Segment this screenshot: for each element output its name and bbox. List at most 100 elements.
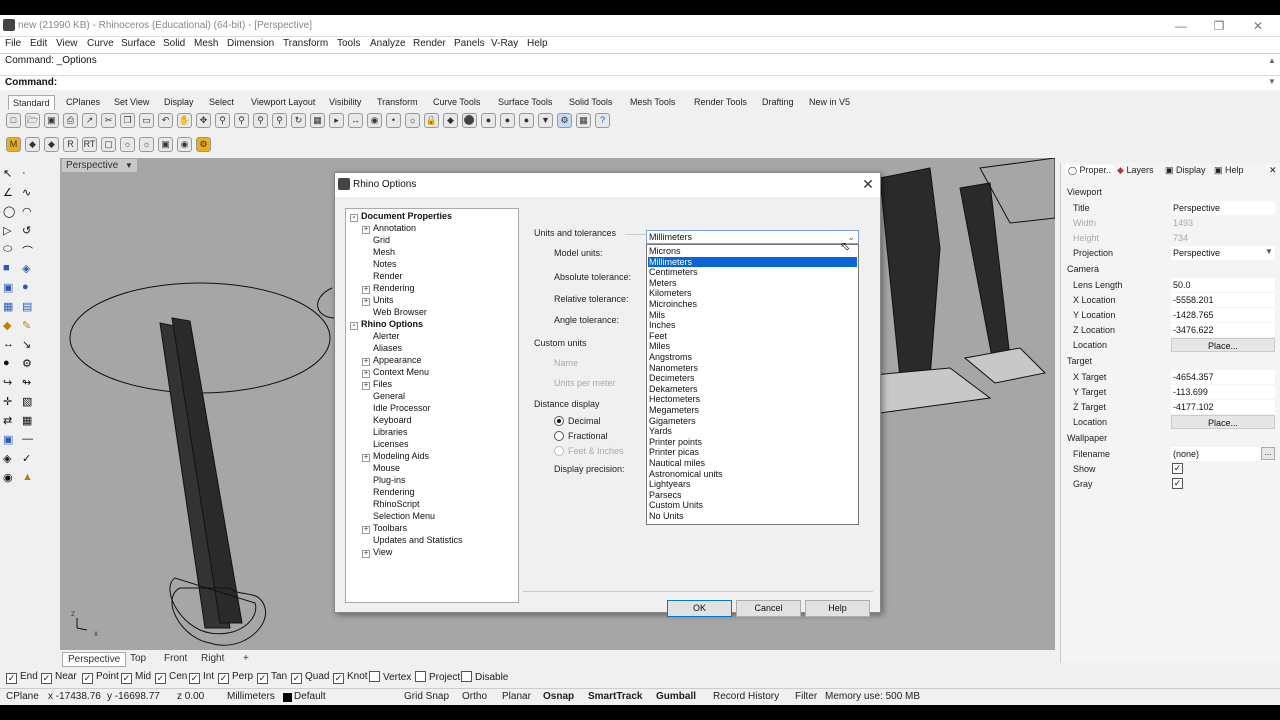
- tree-item[interactable]: + Appearance: [362, 355, 422, 366]
- tree-item[interactable]: Grid: [362, 235, 390, 245]
- boolean-tool-icon[interactable]: ◆: [3, 319, 11, 332]
- y-location-field[interactable]: -1428.765: [1171, 308, 1275, 322]
- osnap-perp[interactable]: ✓ Perp: [218, 671, 253, 684]
- smarttrack-toggle[interactable]: SmartTrack: [588, 691, 642, 702]
- render-sphere-icon[interactable]: ●: [481, 113, 496, 128]
- expand-icon[interactable]: +: [362, 382, 370, 390]
- tree-item[interactable]: + Toolbars: [362, 523, 407, 534]
- osnap-near-checkbox[interactable]: ✓: [41, 673, 52, 684]
- unit-option[interactable]: Decimeters: [648, 373, 857, 384]
- print-icon[interactable]: ⎙: [63, 113, 78, 128]
- loft-tool-icon[interactable]: ◈: [22, 262, 30, 275]
- tree-item[interactable]: Libraries: [362, 427, 408, 437]
- blob-tool-icon[interactable]: ●: [3, 357, 10, 369]
- text-tool-icon[interactable]: ↘: [22, 338, 31, 351]
- menu-view[interactable]: View: [56, 38, 78, 49]
- osnap-point-checkbox[interactable]: ✓: [82, 673, 93, 684]
- offset-tool-icon[interactable]: ↺: [22, 224, 31, 237]
- unit-option[interactable]: Nanometers: [648, 363, 857, 374]
- record-history-toggle[interactable]: Record History: [713, 691, 779, 702]
- z-target-field[interactable]: -4177.102: [1171, 400, 1275, 414]
- menu-panels[interactable]: Panels: [454, 38, 485, 49]
- camera-place-button[interactable]: Place...: [1171, 338, 1275, 352]
- show-checkbox[interactable]: ✓: [1172, 463, 1183, 474]
- shaded-sphere-icon[interactable]: ●: [500, 113, 515, 128]
- tree-item[interactable]: Updates and Statistics: [362, 535, 463, 545]
- osnap-mid[interactable]: ✓ Mid: [121, 671, 151, 684]
- help-icon[interactable]: ?: [595, 113, 610, 128]
- vptab-right[interactable]: Right: [196, 652, 229, 665]
- rotate-view-icon[interactable]: ↻: [291, 113, 306, 128]
- osnap-tan-checkbox[interactable]: ✓: [257, 673, 268, 684]
- copy-icon[interactable]: ❐: [120, 113, 135, 128]
- pencil-tool-icon[interactable]: ✎: [22, 319, 31, 332]
- tab-transform[interactable]: Transform: [377, 97, 418, 107]
- viewport-title[interactable]: Perspective ▼: [62, 159, 137, 172]
- decimal-radio[interactable]: [554, 416, 564, 426]
- vray-sun-icon[interactable]: ☼: [139, 137, 154, 152]
- extrude-tool-icon[interactable]: ▤: [22, 300, 32, 313]
- move-tool-icon[interactable]: ✛: [3, 395, 12, 408]
- structure-icon[interactable]: ▦: [576, 113, 591, 128]
- menu-dimension[interactable]: Dimension: [227, 38, 274, 49]
- tree-item[interactable]: Mesh: [362, 247, 395, 257]
- vray-rt-icon[interactable]: RT: [82, 137, 97, 152]
- tree-item[interactable]: Idle Processor: [362, 403, 431, 413]
- filter-toggle[interactable]: Filter: [795, 691, 817, 702]
- light-bulb-icon[interactable]: ☼: [405, 113, 420, 128]
- status-cplane[interactable]: CPlane: [6, 691, 39, 702]
- osnap-cen[interactable]: ✓ Cen: [155, 671, 187, 684]
- z-location-field[interactable]: -3476.622: [1171, 323, 1275, 337]
- osnap-point[interactable]: ✓ Point: [82, 671, 119, 684]
- menu-edit[interactable]: Edit: [30, 38, 47, 49]
- expand-icon[interactable]: +: [362, 454, 370, 462]
- osnap-project-checkbox[interactable]: [415, 671, 426, 682]
- unit-option[interactable]: Gigameters: [648, 416, 857, 427]
- move-view-icon[interactable]: ✥: [196, 113, 211, 128]
- unit-option[interactable]: Yards: [648, 426, 857, 437]
- gumball-toggle[interactable]: Gumball: [656, 691, 696, 702]
- arc-tool-icon[interactable]: ◠: [22, 205, 32, 218]
- unit-option[interactable]: Centimeters: [648, 267, 857, 278]
- unit-option[interactable]: Miles: [648, 341, 857, 352]
- scroll-up-icon[interactable]: ▲: [1268, 56, 1276, 65]
- osnap-vertex-checkbox[interactable]: [369, 671, 380, 682]
- osnap-quad[interactable]: ✓ Quad: [291, 671, 329, 684]
- tab-select[interactable]: Select: [209, 97, 234, 107]
- status-layer[interactable]: Default: [294, 691, 326, 702]
- tab-standard[interactable]: Standard: [8, 95, 55, 110]
- vray-light-icon[interactable]: ☼: [120, 137, 135, 152]
- expand-icon[interactable]: +: [362, 298, 370, 306]
- arrow-icon[interactable]: ↔: [348, 113, 363, 128]
- options-icon[interactable]: ⚙: [557, 113, 572, 128]
- mesh-tool-icon[interactable]: ▦: [3, 300, 13, 313]
- osnap-mid-checkbox[interactable]: ✓: [121, 673, 132, 684]
- unit-option[interactable]: Hectometers: [648, 394, 857, 405]
- y-target-field[interactable]: -113.699: [1171, 385, 1275, 399]
- scroll-down-icon[interactable]: ▼: [1268, 77, 1276, 86]
- pan-icon[interactable]: ✋: [177, 113, 192, 128]
- osnap-toggle[interactable]: Osnap: [543, 691, 574, 702]
- osnap-int[interactable]: ✓ Int: [189, 671, 214, 684]
- unit-option[interactable]: Dekameters: [648, 384, 857, 395]
- tab-layers[interactable]: ◆ Layers: [1117, 165, 1153, 176]
- tree-item[interactable]: Keyboard: [362, 415, 412, 425]
- osnap-tan[interactable]: ✓ Tan: [257, 671, 287, 684]
- decimal-option[interactable]: Decimal: [554, 416, 601, 426]
- dialog-close-icon[interactable]: ✕: [859, 175, 877, 193]
- tree-item[interactable]: RhinoScript: [362, 499, 420, 509]
- tree-item[interactable]: Selection Menu: [362, 511, 435, 521]
- tree-item[interactable]: - Document Properties: [350, 211, 452, 222]
- check-tool-icon[interactable]: ✓: [22, 452, 31, 465]
- point-icon[interactable]: •: [386, 113, 401, 128]
- unit-option[interactable]: Printer picas: [648, 447, 857, 458]
- maximize-icon[interactable]: ❐: [1204, 17, 1234, 35]
- circle-target-icon[interactable]: ◉: [367, 113, 382, 128]
- title-field[interactable]: Perspective: [1171, 201, 1275, 215]
- filter-icon[interactable]: ▼: [538, 113, 553, 128]
- zoom-selected-icon[interactable]: ⚲: [272, 113, 287, 128]
- tab-viewport-layout[interactable]: Viewport Layout: [251, 97, 315, 107]
- add-viewport-tab-button[interactable]: +: [238, 652, 254, 665]
- unit-option[interactable]: Lightyears: [648, 479, 857, 490]
- box-tool-icon[interactable]: ▣: [3, 281, 13, 294]
